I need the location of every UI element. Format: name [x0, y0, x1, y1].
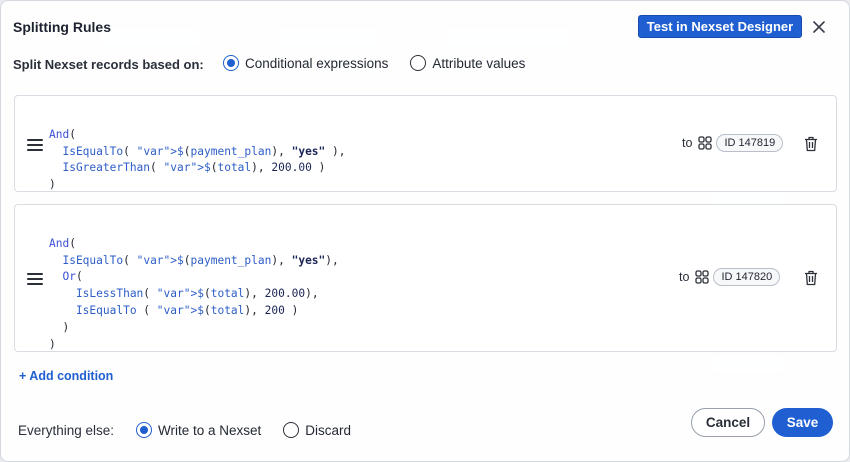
add-condition-link[interactable]: + Add condition: [19, 369, 113, 383]
nexset-grid-icon: [698, 136, 713, 150]
condition-card-1: And( IsEqualTo( "var">$(payment_plan), "…: [14, 95, 837, 192]
radio-label: Conditional expressions: [245, 55, 389, 71]
code-line: IsEqualTo( "var">$(payment_plan), "yes")…: [49, 253, 339, 267]
radio-label: Discard: [305, 422, 352, 438]
code-line: ): [49, 178, 56, 192]
code-line: ): [62, 320, 70, 334]
everything-else-label: Everything else:: [18, 423, 115, 438]
radio-discard[interactable]: Discard: [283, 422, 351, 438]
radio-selected-icon: [223, 55, 239, 71]
code-line: Or(: [49, 270, 83, 284]
save-button[interactable]: Save: [772, 408, 833, 437]
target-area: to ID 147820: [679, 268, 781, 286]
trash-icon[interactable]: [804, 270, 818, 286]
code-line: IsEqualTo ( "var">$(total), 200 ): [49, 303, 299, 317]
nexset-grid-icon: [695, 270, 710, 284]
everything-else-radio-group: Write to a Nexset Discard: [136, 422, 373, 438]
split-mode-radio-group: Conditional expressions Attribute values: [223, 55, 547, 71]
radio-unselected-icon: [283, 422, 300, 438]
radio-label: Attribute values: [432, 55, 526, 71]
code-line: IsLessThan( "var">$(total), 200.00),: [49, 287, 319, 301]
radio-write-to-nexset[interactable]: Write to a Nexset: [136, 422, 261, 438]
code-line: IsEqualTo( "var">$(payment_plan), "yes" …: [49, 144, 346, 158]
split-mode-label: Split Nexset records based on:: [13, 57, 204, 72]
to-label: to: [679, 270, 690, 284]
drag-handle-icon[interactable]: [27, 139, 43, 151]
condition-expression[interactable]: And( IsEqualTo( "var">$(payment_plan), "…: [49, 219, 339, 353]
trash-icon[interactable]: [804, 136, 818, 152]
target-id-chip[interactable]: ID 147819: [716, 134, 784, 152]
splitting-rules-dialog: Splitting Rules Test in Nexset Designer …: [0, 0, 850, 462]
drag-handle-icon[interactable]: [27, 273, 43, 285]
condition-expression[interactable]: And( IsEqualTo( "var">$(payment_plan), "…: [49, 110, 346, 194]
radio-label: Write to a Nexset: [158, 422, 262, 438]
code-line: ): [49, 337, 56, 351]
code-line: And(: [49, 127, 76, 141]
close-icon[interactable]: [809, 17, 829, 37]
condition-card-2: And( IsEqualTo( "var">$(payment_plan), "…: [14, 204, 837, 352]
radio-conditional-expressions[interactable]: Conditional expressions: [223, 55, 388, 71]
target-id-chip[interactable]: ID 147820: [713, 268, 781, 286]
test-in-nexset-designer-button[interactable]: Test in Nexset Designer: [638, 15, 802, 38]
radio-selected-icon: [136, 422, 152, 438]
dialog-title: Splitting Rules: [13, 19, 111, 35]
target-area: to ID 147819: [682, 134, 784, 152]
radio-unselected-icon: [410, 55, 427, 71]
to-label: to: [682, 136, 693, 150]
cancel-button[interactable]: Cancel: [691, 408, 765, 437]
code-line: IsGreaterThan( "var">$(total), 200.00 ): [49, 161, 326, 175]
code-line: And(: [49, 236, 76, 250]
radio-attribute-values[interactable]: Attribute values: [410, 55, 525, 71]
